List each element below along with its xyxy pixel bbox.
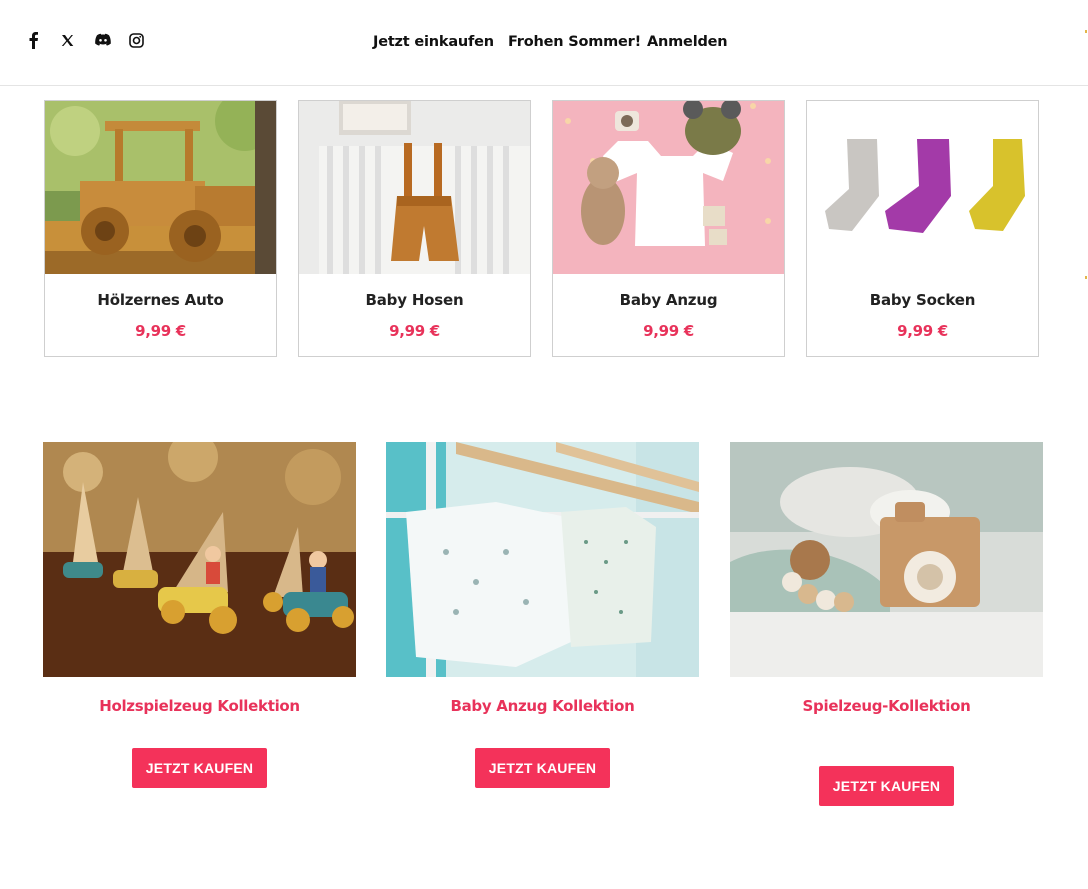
instagram-icon[interactable] bbox=[129, 30, 163, 50]
product-name: Baby Anzug bbox=[619, 291, 718, 309]
product-price: 9,99 € bbox=[135, 322, 186, 340]
collection-image-toys[interactable] bbox=[730, 442, 1043, 677]
product-price: 9,99 € bbox=[389, 322, 440, 340]
nav-frohen-sommer[interactable]: Frohen Sommer! bbox=[508, 34, 647, 50]
product-image-wooden-car bbox=[45, 101, 276, 274]
collection-image-wooden-toys[interactable] bbox=[43, 442, 356, 677]
product-name: Baby Hosen bbox=[365, 291, 464, 309]
shop-now-button[interactable]: JETZT KAUFEN bbox=[819, 766, 954, 806]
edge-decoration bbox=[1085, 276, 1087, 279]
social-links bbox=[27, 30, 163, 50]
product-card[interactable]: Baby Hosen 9,99 € bbox=[298, 100, 531, 357]
product-price: 9,99 € bbox=[897, 322, 948, 340]
product-card[interactable]: Baby Socken 9,99 € bbox=[806, 100, 1039, 357]
facebook-icon[interactable] bbox=[27, 30, 61, 50]
edge-decoration bbox=[1085, 30, 1087, 33]
main-nav: Jetzt einkaufen Frohen Sommer! Anmelden bbox=[373, 34, 728, 50]
collection-image-baby-suits[interactable] bbox=[386, 442, 699, 677]
product-image-baby-socks bbox=[807, 101, 1038, 274]
discord-icon[interactable] bbox=[95, 30, 129, 50]
product-image-baby-suit bbox=[553, 101, 784, 274]
collection-title[interactable]: Holzspielzeug Kollektion bbox=[43, 697, 356, 715]
nav-jetzt-einkaufen[interactable]: Jetzt einkaufen bbox=[373, 34, 508, 50]
shop-now-button[interactable]: JETZT KAUFEN bbox=[132, 748, 267, 788]
site-header: Jetzt einkaufen Frohen Sommer! Anmelden bbox=[0, 0, 1088, 86]
product-price: 9,99 € bbox=[643, 322, 694, 340]
nav-anmelden[interactable]: Anmelden bbox=[647, 34, 728, 50]
product-name: Baby Socken bbox=[869, 291, 976, 309]
product-name: Hölzernes Auto bbox=[97, 291, 224, 309]
collection-title[interactable]: Baby Anzug Kollektion bbox=[386, 697, 699, 715]
x-twitter-icon[interactable] bbox=[61, 30, 95, 50]
product-image-baby-pants bbox=[299, 101, 530, 274]
shop-now-button[interactable]: JETZT KAUFEN bbox=[475, 748, 610, 788]
product-card[interactable]: Baby Anzug 9,99 € bbox=[552, 100, 785, 357]
product-card[interactable]: Hölzernes Auto 9,99 € bbox=[44, 100, 277, 357]
collection-title[interactable]: Spielzeug-Kollektion bbox=[730, 697, 1043, 715]
